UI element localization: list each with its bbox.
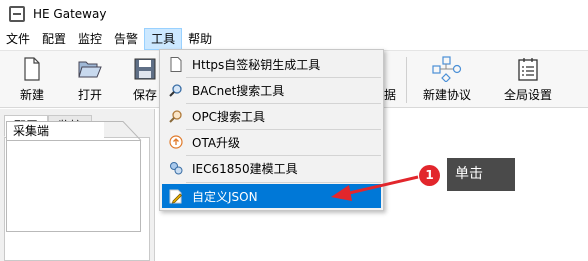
step-number-badge: 1 (419, 165, 440, 186)
annotation-arrow (331, 175, 419, 201)
click-callout-label: 单击 (447, 158, 515, 191)
